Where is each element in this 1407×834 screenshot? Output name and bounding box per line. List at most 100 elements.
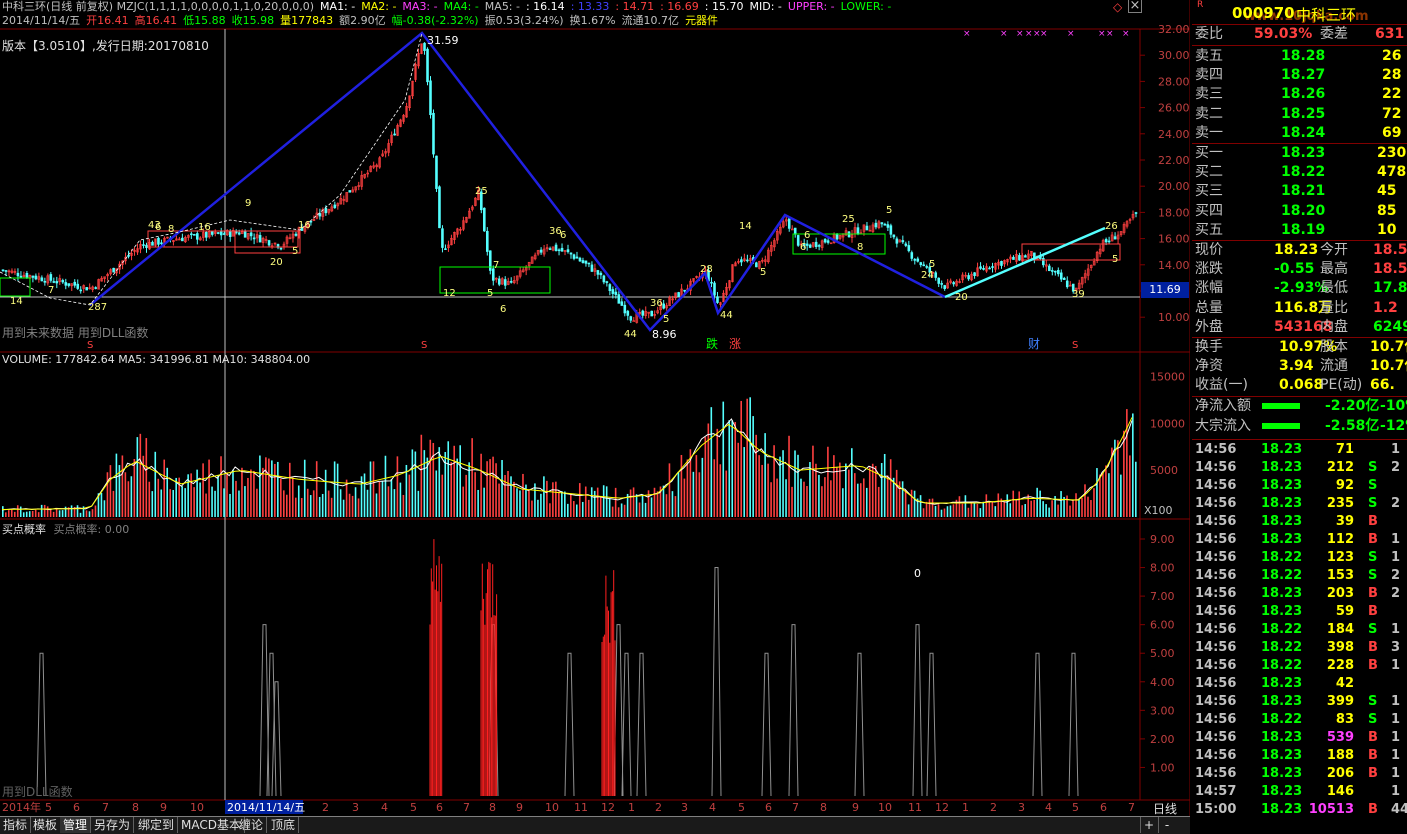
signal-s-marker: S (1072, 340, 1078, 351)
bottom-tab[interactable]: 另存为 (91, 817, 135, 833)
candle-body (1048, 265, 1051, 272)
volume-bar (2, 506, 4, 517)
candle-body (617, 294, 621, 304)
candle-body (865, 225, 869, 231)
event-marker[interactable]: 涨 (729, 336, 741, 351)
volume-bar (495, 463, 497, 517)
close-icon[interactable]: × (1128, 0, 1142, 13)
bid-row: 买三 18.21 45 (1192, 182, 1407, 201)
bottom-tab[interactable]: 管理 (60, 817, 92, 833)
tick-time: 14:56 (1195, 730, 1237, 745)
volume-bar (746, 398, 748, 517)
flow-label: 净流入额 (1195, 398, 1251, 414)
volume-bar (961, 503, 964, 517)
candle-body (892, 234, 896, 238)
volume-bar (450, 462, 453, 517)
volume-bar (133, 458, 136, 517)
volume-bar (196, 469, 198, 517)
candle-body (4, 270, 8, 272)
bid-row: 买四 18.20 85 (1192, 202, 1407, 221)
tick-side: S (1368, 694, 1378, 709)
tick-time: 14:56 (1195, 586, 1237, 601)
volume-bar (809, 462, 811, 517)
volume-bar (510, 476, 512, 517)
candle-body (575, 256, 579, 259)
x-axis-month-label: 2 (322, 801, 329, 814)
candle-body (895, 238, 899, 244)
volume-bar (928, 498, 931, 517)
stat-value: 18.5 (1373, 261, 1407, 278)
signal-x-marker: × (1106, 29, 1114, 39)
stat-label: 内盘 (1320, 318, 1348, 335)
high-price-label: 31.59 (427, 34, 459, 47)
volume-bar (889, 459, 892, 517)
event-marker[interactable]: 财 (1028, 337, 1040, 351)
volume-bar (486, 461, 488, 517)
tick-volume: 539 (1326, 730, 1354, 745)
volume-bar (552, 482, 554, 517)
chart-area[interactable]: 32.00 30.00 28.00 26.00 24.00 22.00 20.00 18.00… (0, 0, 1191, 818)
candle-body (614, 291, 618, 295)
zoom-in-button[interactable]: + (1140, 817, 1157, 833)
divider (1192, 439, 1407, 440)
x-axis-month-label: 10 (878, 801, 892, 814)
tick-side: S (1368, 568, 1378, 583)
tick-side: B (1368, 532, 1378, 547)
stat-value: 62493 (1373, 318, 1407, 335)
tick-side: S (1368, 712, 1378, 727)
stats-row: 涨幅 -2.93% 最低 17.8 (1192, 279, 1407, 298)
volume-bar (208, 459, 210, 517)
buy-tick-label: 9.00 (1150, 533, 1175, 546)
bid-volume: 230 (1377, 145, 1407, 161)
volume-bar (202, 463, 204, 517)
bottom-tab[interactable]: 指标 (0, 817, 32, 833)
bottom-tab[interactable]: 模板 (30, 817, 62, 833)
volume-bar (638, 502, 641, 517)
volume-tick-label: 15000 (1150, 370, 1185, 383)
volume-bar (680, 454, 683, 517)
bottom-tab[interactable]: 缠论 (236, 817, 268, 833)
volume-bar (791, 486, 793, 517)
stock-name: 中科三环 (1296, 6, 1357, 24)
bid-volume: 45 (1377, 183, 1397, 200)
candle-body (190, 233, 193, 236)
volume-bar (656, 491, 659, 517)
volume-bar (136, 437, 139, 517)
bottom-tab[interactable]: MACD基本 (178, 817, 245, 833)
event-marker[interactable]: 跌 (706, 336, 718, 351)
volume-bar (647, 490, 650, 517)
diamond-icon[interactable]: ◇ (1113, 0, 1122, 14)
tick-row: 14:56 18.22 398 B 3 (1192, 639, 1407, 657)
tick-price: 18.23 (1261, 496, 1303, 511)
candle-body (64, 282, 68, 286)
candle-body (632, 320, 636, 322)
stat-label: PE(动) (1320, 377, 1363, 394)
volume-bar (241, 467, 243, 517)
tick-count: 1 (1391, 622, 1401, 637)
volume-bar (620, 503, 623, 517)
volume-bar (635, 494, 638, 517)
candle-body (740, 259, 743, 263)
header-field: : 15.70 (704, 0, 744, 13)
tick-row: 14:56 18.22 228 B 1 (1192, 657, 1407, 675)
signal-x-marker: × (1016, 29, 1024, 39)
bottom-tab[interactable]: 绑定到 (135, 817, 179, 833)
volume-bar (232, 469, 234, 517)
header-field: 量177843 (280, 14, 334, 27)
candle-body (952, 282, 955, 285)
period-label[interactable]: 日线 (1153, 800, 1177, 817)
bottom-tab[interactable]: 顶底 (268, 817, 300, 833)
quote-panel: R www.10jqka.com 000970 中科三环 委比 59.03% 委… (1192, 0, 1407, 833)
price-tick-label: 26.00 (1158, 102, 1190, 115)
tick-count: 2 (1391, 496, 1401, 511)
buy-prob-spike (564, 652, 575, 797)
zoom-out-button[interactable]: - (1158, 817, 1175, 833)
x-axis-month-label: 10 (190, 801, 204, 814)
candle-body (19, 275, 23, 278)
volume-bar (256, 488, 258, 517)
stock-chart-canvas[interactable]: 32.0030.0028.0026.0024.0022.0020.0018.00… (0, 0, 1191, 818)
volume-bar (268, 458, 270, 517)
candle-body (61, 280, 65, 283)
volume-bar (390, 478, 393, 517)
candle-body (444, 248, 447, 250)
